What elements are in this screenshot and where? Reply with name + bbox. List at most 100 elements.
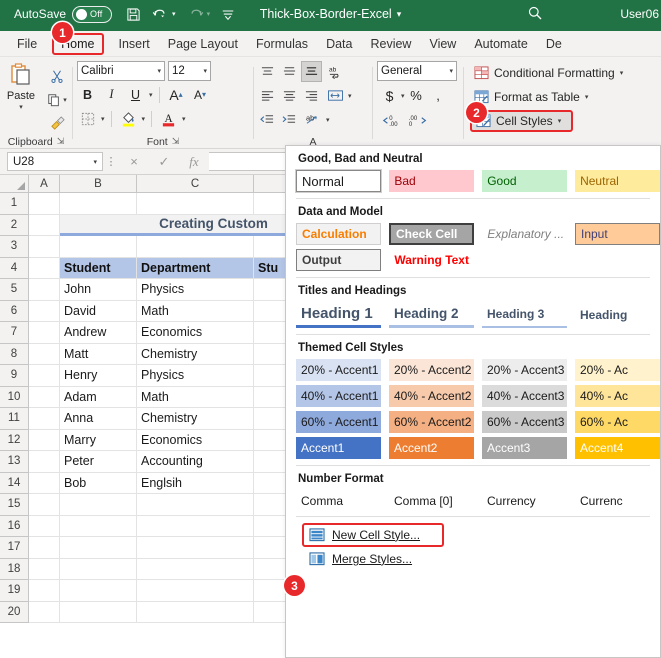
cell-a3[interactable] — [29, 236, 60, 258]
cell-a10[interactable] — [29, 386, 60, 408]
underline-button[interactable]: U — [125, 84, 146, 105]
cell-c3[interactable] — [137, 236, 254, 258]
font-dialog-launcher-icon[interactable]: ⇲ — [172, 136, 180, 147]
font-color-chevron-down-icon[interactable]: ▾ — [182, 115, 186, 123]
number-format-chevron-down-icon[interactable]: ▾ — [449, 67, 453, 75]
font-color-button[interactable]: A — [158, 108, 179, 129]
style-tile-normal[interactable]: Normal — [294, 169, 383, 193]
font-size-chevron-down-icon[interactable]: ▾ — [203, 67, 207, 75]
accounting-chevron-down-icon[interactable]: ▾ — [401, 92, 405, 100]
cell-a14[interactable] — [29, 472, 60, 494]
align-left-button[interactable] — [257, 85, 278, 106]
style-tile-20-accent4[interactable]: 20% - Ac — [575, 359, 660, 381]
style-tile-20-accent2[interactable]: 20% - Accent2 — [389, 359, 474, 381]
column-header-b[interactable]: B — [60, 175, 137, 192]
cell-b18[interactable] — [60, 558, 137, 580]
row-header-15[interactable]: 15 — [0, 494, 29, 516]
merge-chevron-down-icon[interactable]: ▾ — [348, 92, 352, 100]
cell-styles-chevron-down-icon[interactable]: ▾ — [558, 117, 562, 125]
row-header-9[interactable]: 9 — [0, 365, 29, 387]
tab-automate[interactable]: Automate — [465, 34, 537, 54]
cell-student-11[interactable]: Anna — [60, 408, 137, 430]
cell-c17[interactable] — [137, 537, 254, 559]
align-bottom-button[interactable] — [301, 61, 322, 82]
cell-a19[interactable] — [29, 580, 60, 602]
cell-department-11[interactable]: Chemistry — [137, 408, 254, 430]
row-header-10[interactable]: 10 — [0, 386, 29, 408]
tab-developer[interactable]: De — [537, 34, 571, 54]
cell-student-12[interactable]: Marry — [60, 429, 137, 451]
cell-department-14[interactable]: Englsih — [137, 472, 254, 494]
cell-a5[interactable] — [29, 279, 60, 301]
style-tile-60-accent2[interactable]: 60% - Accent2 — [389, 411, 474, 433]
undo-chevron-down-icon[interactable]: ▾ — [172, 10, 176, 18]
cell-department-7[interactable]: Economics — [137, 322, 254, 344]
row-header-19[interactable]: 19 — [0, 580, 29, 602]
decrease-decimal-button[interactable]: .00 0 — [406, 110, 432, 131]
row-header-3[interactable]: 3 — [0, 236, 29, 258]
cell-a13[interactable] — [29, 451, 60, 473]
style-tile-20-accent3[interactable]: 20% - Accent3 — [482, 359, 567, 381]
cell-student-8[interactable]: Matt — [60, 343, 137, 365]
style-tile-60-accent1[interactable]: 60% - Accent1 — [296, 411, 381, 433]
style-tile-heading-3[interactable]: Heading 3 — [482, 302, 567, 328]
cell-department-9[interactable]: Physics — [137, 365, 254, 387]
style-tile-output[interactable]: Output — [296, 249, 382, 271]
style-tile-currency-0[interactable]: Currenc — [575, 490, 660, 512]
tab-page-layout[interactable]: Page Layout — [159, 34, 247, 54]
cell-department-12[interactable]: Economics — [137, 429, 254, 451]
paste-chevron-down-icon[interactable]: ▾ — [19, 103, 23, 111]
cell-a18[interactable] — [29, 558, 60, 580]
cell-b3[interactable] — [60, 236, 137, 258]
merge-and-center-button[interactable] — [323, 85, 347, 106]
style-tile-explanatory[interactable]: Explanatory ... — [482, 223, 567, 245]
fill-color-button[interactable] — [118, 108, 139, 129]
style-tile-comma[interactable]: Comma — [296, 490, 381, 512]
conditional-formatting-chevron-down-icon[interactable]: ▾ — [620, 69, 624, 77]
column-header-a[interactable]: A — [29, 175, 60, 192]
accounting-format-button[interactable]: $ — [379, 85, 400, 106]
cell-a2[interactable] — [29, 214, 60, 236]
style-tile-40-accent1[interactable]: 40% - Accent1 — [296, 385, 381, 407]
tab-review[interactable]: Review — [361, 34, 420, 54]
cell-b20[interactable] — [60, 601, 137, 623]
row-header-12[interactable]: 12 — [0, 429, 29, 451]
borders-button[interactable] — [77, 108, 98, 129]
cell-c19[interactable] — [137, 580, 254, 602]
style-tile-input[interactable]: Input — [575, 223, 660, 245]
style-tile-heading-4[interactable]: Heading — [575, 302, 660, 328]
cell-a17[interactable] — [29, 537, 60, 559]
style-tile-warning-text[interactable]: Warning Text — [389, 249, 475, 271]
style-tile-accent2[interactable]: Accent2 — [389, 437, 474, 459]
format-as-table-button[interactable]: Format as Table ▾ — [470, 86, 592, 108]
conditional-formatting-button[interactable]: Conditional Formatting ▾ — [470, 62, 627, 84]
cell-c16[interactable] — [137, 515, 254, 537]
undo-icon[interactable] — [152, 7, 169, 22]
row-header-14[interactable]: 14 — [0, 472, 29, 494]
font-name-chevron-down-icon[interactable]: ▾ — [157, 67, 161, 75]
tab-view[interactable]: View — [420, 34, 465, 54]
increase-font-size-button[interactable]: A ▴ — [166, 84, 187, 105]
decrease-indent-button[interactable] — [257, 109, 278, 130]
cell-a7[interactable] — [29, 322, 60, 344]
increase-decimal-button[interactable]: 0.00 — [379, 110, 405, 131]
column-header-c[interactable]: C — [137, 175, 254, 192]
customize-qat-icon[interactable] — [221, 8, 235, 21]
style-tile-currency[interactable]: Currency — [482, 490, 567, 512]
row-header-20[interactable]: 20 — [0, 601, 29, 623]
cell-student-7[interactable]: Andrew — [60, 322, 137, 344]
style-tile-check-cell[interactable]: Check Cell — [389, 223, 475, 245]
name-box-chevron-down-icon[interactable]: ▾ — [93, 158, 97, 166]
cell-b17[interactable] — [60, 537, 137, 559]
row-header-18[interactable]: 18 — [0, 558, 29, 580]
tab-insert[interactable]: Insert — [110, 34, 159, 54]
cell-a20[interactable] — [29, 601, 60, 623]
merge-styles-menu-item[interactable]: Merge Styles... — [302, 547, 660, 571]
cell-a8[interactable] — [29, 343, 60, 365]
row-header-17[interactable]: 17 — [0, 537, 29, 559]
style-tile-20-accent1[interactable]: 20% - Accent1 — [296, 359, 381, 381]
font-size-combobox[interactable]: 12 ▾ — [168, 61, 211, 81]
autosave-toggle[interactable]: Off — [72, 5, 113, 23]
style-tile-accent3[interactable]: Accent3 — [482, 437, 567, 459]
cell-student-9[interactable]: Henry — [60, 365, 137, 387]
